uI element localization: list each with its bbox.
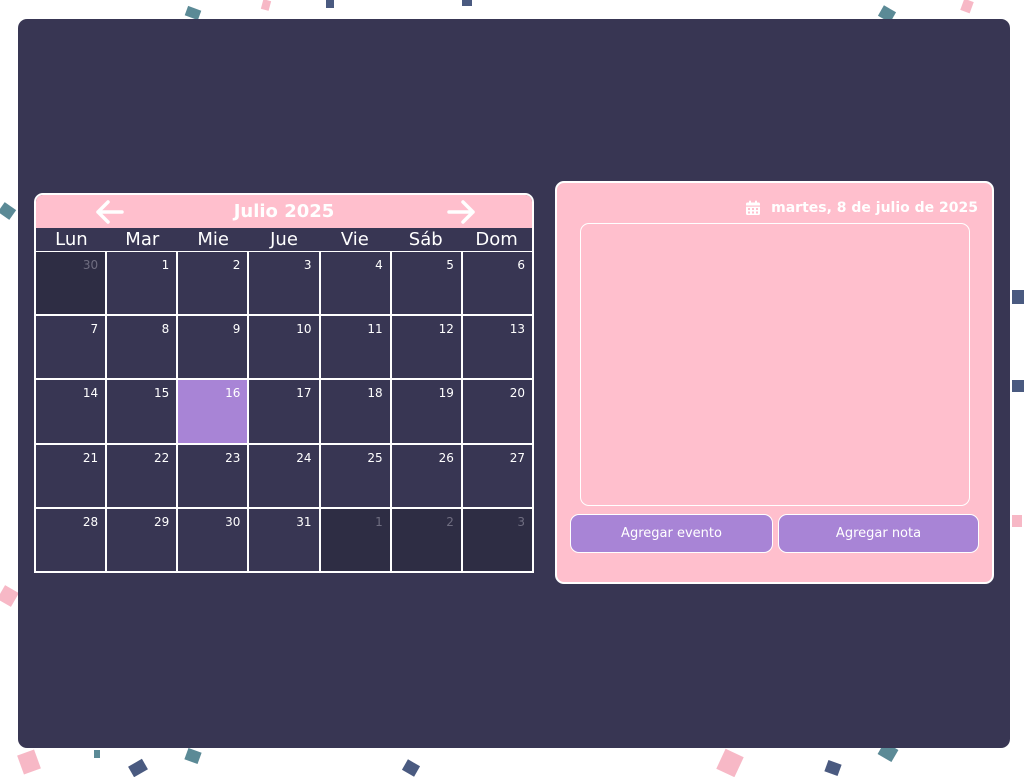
day-cell[interactable]: 25 — [320, 444, 390, 507]
day-cell[interactable]: 27 — [462, 444, 532, 507]
day-cell[interactable]: 6 — [462, 252, 532, 315]
add-event-button[interactable]: Agregar evento — [570, 514, 773, 553]
day-cell[interactable]: 24 — [249, 444, 319, 507]
prev-month-button[interactable] — [92, 198, 126, 226]
day-cell[interactable]: 19 — [391, 380, 461, 443]
calendar: Julio 2025 Lun Mar Mie Jue Vie Sáb Dom 3… — [34, 193, 534, 573]
month-title: Julio 2025 — [233, 201, 335, 222]
day-cell[interactable]: 11 — [320, 316, 390, 379]
day-cell[interactable]: 20 — [462, 380, 532, 443]
weekday-label: Mar — [125, 229, 160, 250]
arrow-left-icon — [96, 200, 124, 224]
notes-panel: martes, 8 de julio de 2025 Agregar event… — [555, 181, 994, 584]
day-cell[interactable]: 2 — [178, 252, 248, 315]
selected-date-label: martes, 8 de julio de 2025 — [771, 200, 978, 216]
day-cell[interactable]: 29 — [107, 508, 177, 571]
weekday-header-row: Lun Mar Mie Jue Vie Sáb Dom — [36, 228, 532, 251]
day-cell[interactable]: 10 — [249, 316, 319, 379]
day-cell-other-month[interactable]: 3 — [462, 508, 532, 571]
day-cell[interactable]: 18 — [320, 380, 390, 443]
day-cell[interactable]: 15 — [107, 380, 177, 443]
note-textarea[interactable] — [580, 223, 970, 506]
day-cell[interactable]: 1 — [107, 252, 177, 315]
next-month-button[interactable] — [445, 198, 479, 226]
day-cell-selected[interactable]: 16 — [178, 380, 248, 443]
day-cell[interactable]: 5 — [391, 252, 461, 315]
weekday-label: Vie — [340, 229, 369, 250]
day-cell[interactable]: 26 — [391, 444, 461, 507]
day-cell[interactable]: 9 — [178, 316, 248, 379]
arrow-right-icon — [447, 200, 475, 224]
day-cell[interactable]: 13 — [462, 316, 532, 379]
day-cell-other-month[interactable]: 2 — [391, 508, 461, 571]
weekday-label: Mie — [197, 229, 229, 250]
day-cell[interactable]: 22 — [107, 444, 177, 507]
day-cell[interactable]: 12 — [391, 316, 461, 379]
calendar-header: Julio 2025 — [36, 195, 532, 228]
day-cell[interactable]: 3 — [249, 252, 319, 315]
add-note-button[interactable]: Agregar nota — [778, 514, 979, 553]
weekday-label: Jue — [270, 229, 298, 250]
day-cell[interactable]: 7 — [36, 316, 106, 379]
weekday-label: Lun — [55, 229, 88, 250]
day-cell[interactable]: 14 — [36, 380, 106, 443]
day-cell[interactable]: 8 — [107, 316, 177, 379]
weekday-label: Sáb — [408, 229, 443, 250]
day-cell[interactable]: 31 — [249, 508, 319, 571]
day-grid: 30 1 2 3 4 5 6 7 8 9 10 11 12 13 14 15 16 17 18 19 20 21 22 23 2… — [36, 251, 532, 571]
day-cell-other-month[interactable]: 1 — [320, 508, 390, 571]
selected-date-row: martes, 8 de julio de 2025 — [745, 198, 978, 218]
day-cell[interactable]: 4 — [320, 252, 390, 315]
day-cell[interactable]: 30 — [178, 508, 248, 571]
day-cell[interactable]: 23 — [178, 444, 248, 507]
day-cell[interactable]: 21 — [36, 444, 106, 507]
day-cell[interactable]: 28 — [36, 508, 106, 571]
day-cell-other-month[interactable]: 30 — [36, 252, 106, 315]
day-cell[interactable]: 17 — [249, 380, 319, 443]
calendar-icon — [746, 200, 761, 215]
weekday-label: Dom — [475, 229, 518, 250]
